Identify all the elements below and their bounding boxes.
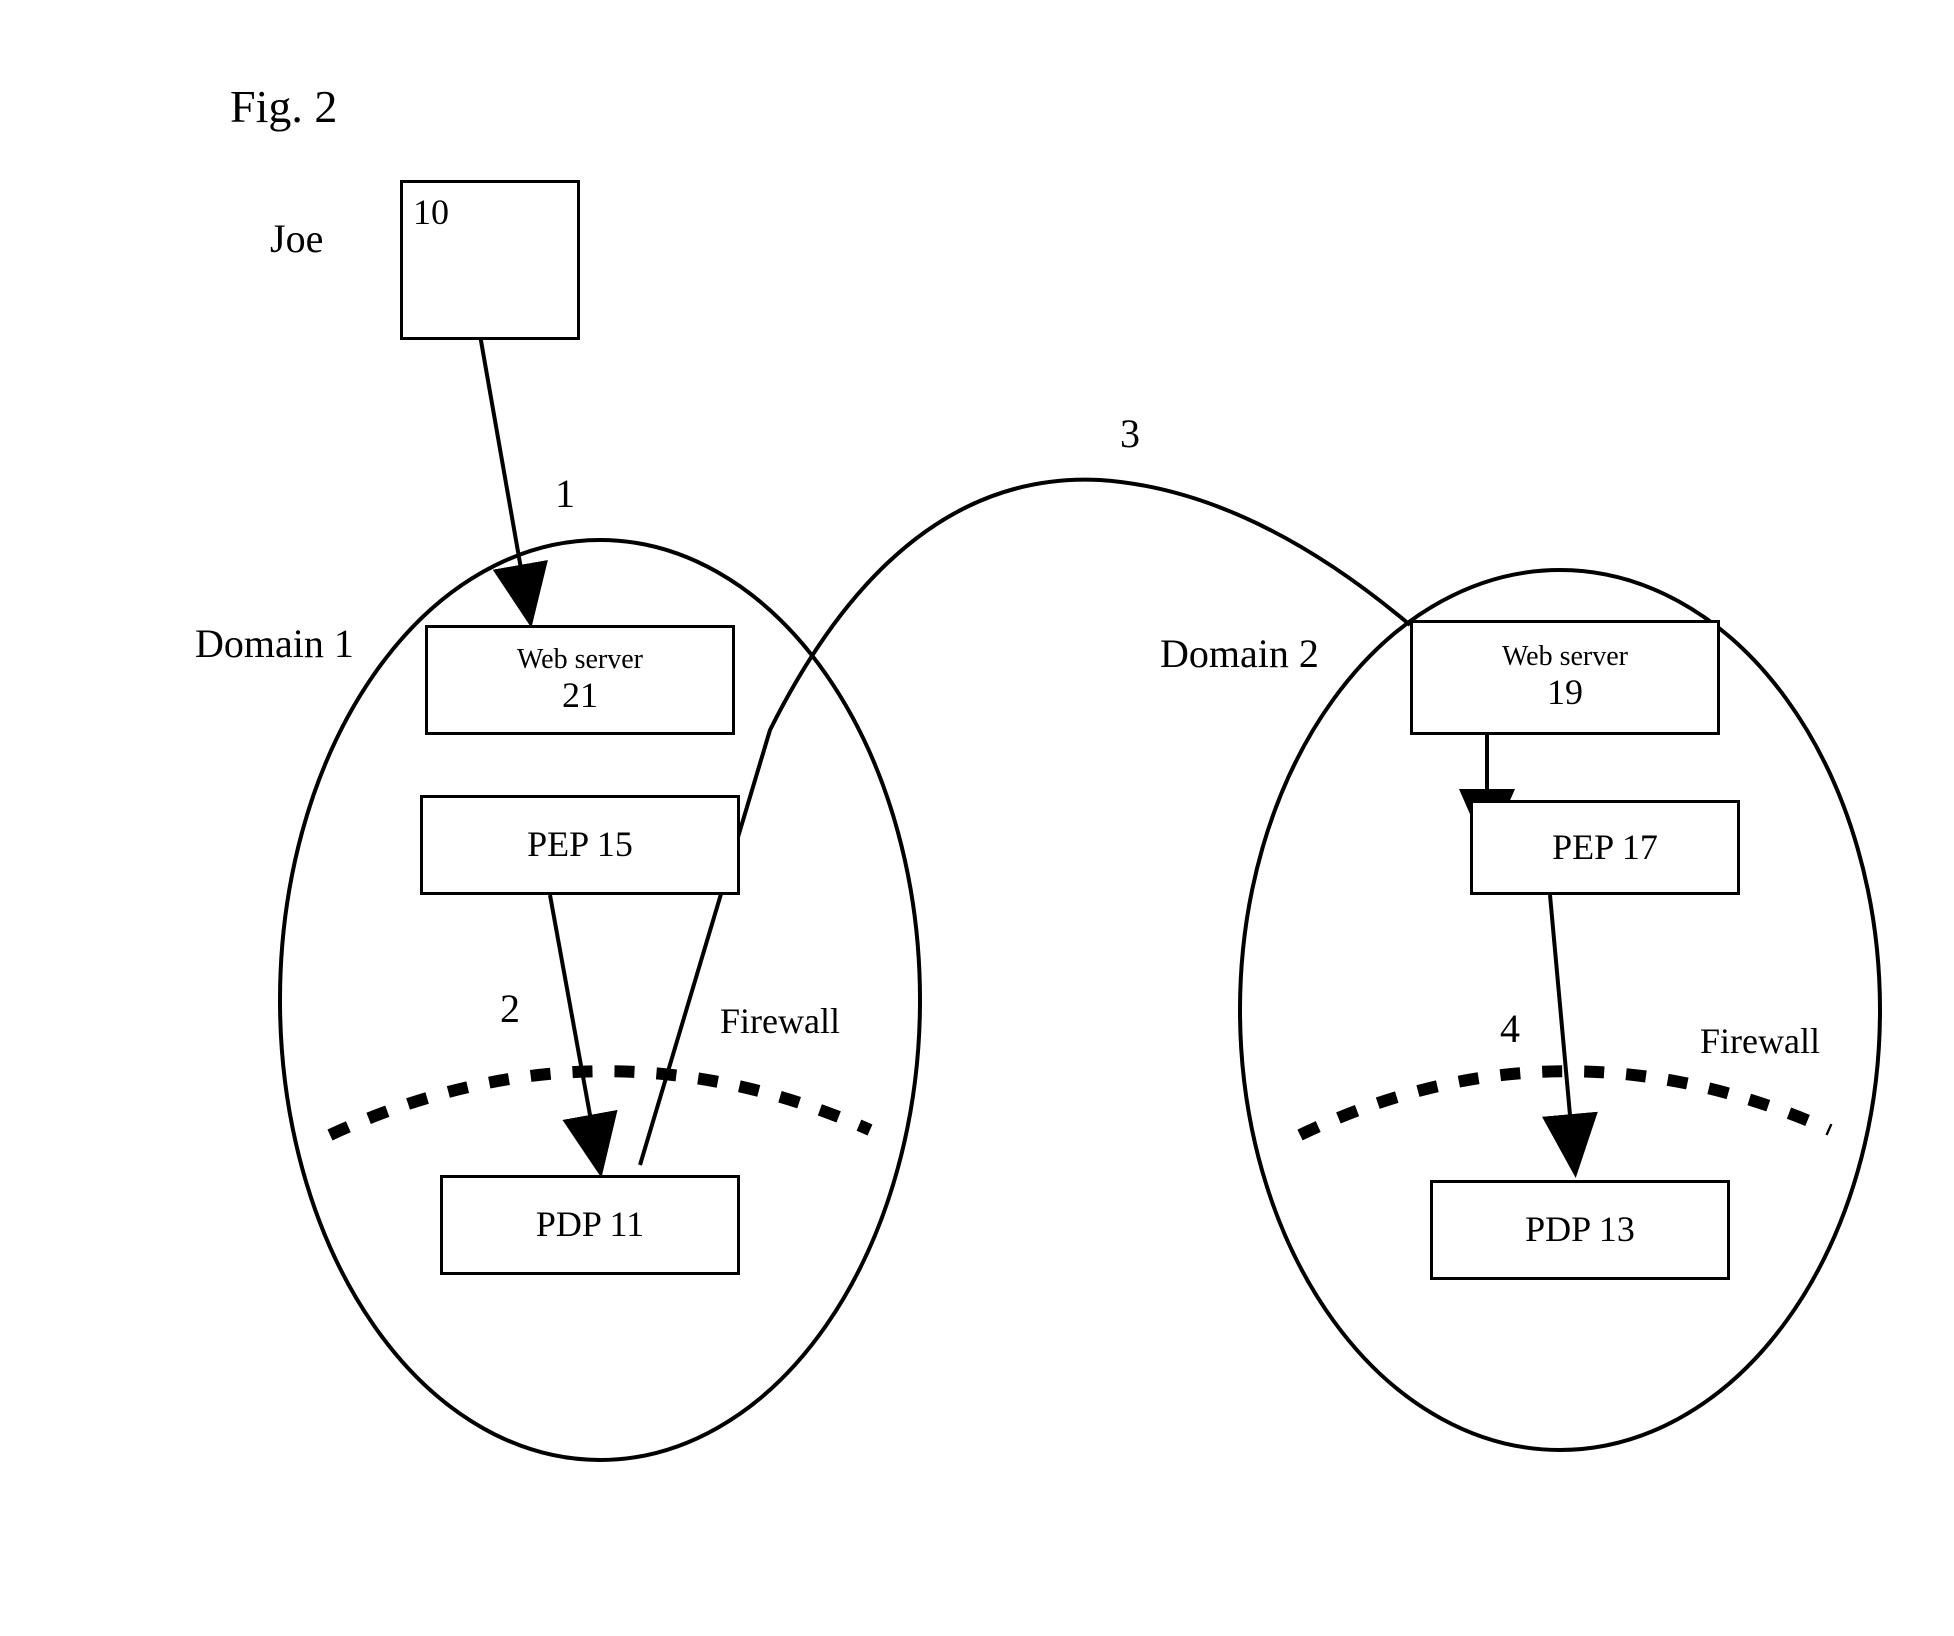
domain2-pdp-label: PDP 13 [1525, 1210, 1635, 1250]
domain2-webserver-box: Web server 19 [1410, 620, 1720, 735]
arrow-2 [550, 895, 600, 1170]
domain2-label: Domain 2 [1160, 630, 1319, 677]
arrow-3-curve [640, 480, 1410, 1165]
arrow-3-label: 3 [1120, 410, 1140, 457]
arrow-4-label: 4 [1500, 1005, 1520, 1052]
arrow-4 [1550, 895, 1575, 1170]
domain1-pep-label: PEP 15 [527, 825, 633, 865]
domain1-firewall-label: Firewall [720, 1000, 840, 1042]
arrow-1 [480, 335, 530, 620]
domain2-pep-box: PEP 17 [1470, 800, 1740, 895]
domain1-label: Domain 1 [195, 620, 354, 667]
domain2-webserver-id: 19 [1547, 673, 1583, 713]
domain2-firewall-label: Firewall [1700, 1020, 1820, 1062]
domain2-firewall-arc [1300, 1071, 1830, 1135]
domain1-webserver-label: Web server [517, 645, 643, 676]
domain1-firewall-arc [330, 1071, 870, 1135]
figure-caption: Fig. 2 [230, 80, 337, 133]
actor-name-label: Joe [270, 215, 323, 262]
actor-box-id: 10 [413, 193, 449, 233]
domain2-webserver-label: Web server [1502, 642, 1628, 673]
domain2-pep-label: PEP 17 [1552, 828, 1658, 868]
domain1-pdp-box: PDP 11 [440, 1175, 740, 1275]
arrow-1-label: 1 [555, 470, 575, 517]
domain2-pdp-box: PDP 13 [1430, 1180, 1730, 1280]
arrow-2-label: 2 [500, 985, 520, 1032]
domain1-pdp-label: PDP 11 [536, 1205, 644, 1245]
domain1-webserver-box: Web server 21 [425, 625, 735, 735]
domain1-webserver-id: 21 [562, 676, 598, 716]
diagram-canvas: Fig. 2 Joe 10 Domain 1 Domain 2 Web serv… [0, 0, 1954, 1636]
actor-box: 10 [400, 180, 580, 340]
domain1-pep-box: PEP 15 [420, 795, 740, 895]
